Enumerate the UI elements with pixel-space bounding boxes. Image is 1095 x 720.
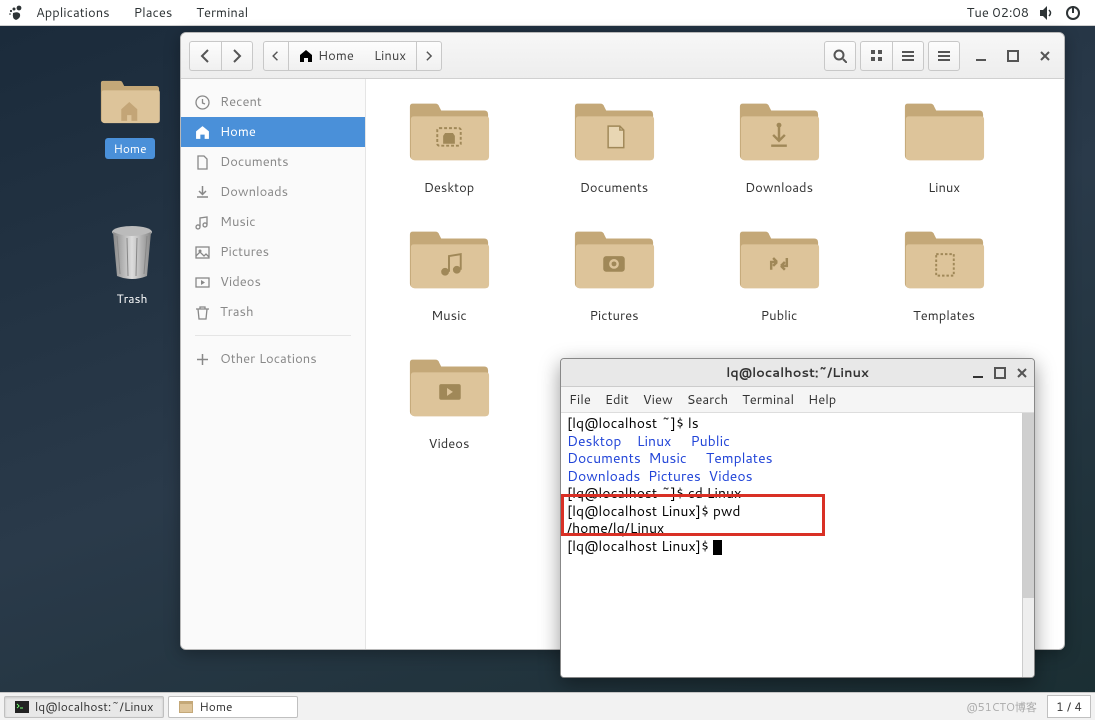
path-chevron-left[interactable] bbox=[263, 41, 289, 71]
search-button[interactable] bbox=[824, 41, 856, 71]
taskbar-files[interactable]: Home bbox=[168, 696, 298, 718]
terminal-icon bbox=[15, 701, 29, 713]
power-icon[interactable] bbox=[1065, 5, 1081, 21]
term-minimize-button[interactable] bbox=[972, 367, 984, 379]
terminal-window: lq@localhost:~/Linux File Edit View Sear… bbox=[560, 358, 1035, 678]
fm-toolbar: Home Linux bbox=[181, 33, 1064, 79]
terminal-output[interactable]: [lq@localhost ~]$ ls Desktop Linux Publi… bbox=[561, 413, 1034, 677]
sidebar-item-other-locations[interactable]: Other Locations bbox=[181, 344, 365, 374]
sidebar-item-trash[interactable]: Trash bbox=[181, 297, 365, 327]
folder-linux[interactable]: Linux bbox=[889, 99, 999, 197]
term-menu-file[interactable]: File bbox=[569, 391, 591, 409]
desktop-home-folder[interactable]: Home bbox=[90, 78, 170, 159]
path-bar: Home Linux bbox=[263, 41, 442, 71]
taskbar-terminal[interactable]: lq@localhost:~/Linux bbox=[4, 696, 164, 718]
term-menu-search[interactable]: Search bbox=[687, 391, 728, 409]
bottom-taskbar: lq@localhost:~/Linux Home @51CTO博客 1 / 4 bbox=[0, 692, 1095, 720]
clock[interactable]: Tue 02:08 bbox=[967, 4, 1029, 22]
term-menu-terminal[interactable]: Terminal bbox=[742, 391, 794, 409]
forward-button[interactable] bbox=[221, 41, 253, 71]
fm-maximize-button[interactable] bbox=[1002, 45, 1024, 67]
files-icon bbox=[179, 701, 193, 713]
folder-pictures[interactable]: Pictures bbox=[559, 227, 669, 325]
term-close-button[interactable] bbox=[1016, 367, 1028, 379]
sidebar-item-pictures[interactable]: Pictures bbox=[181, 237, 365, 267]
term-menu-edit[interactable]: Edit bbox=[605, 391, 629, 409]
sidebar-item-music[interactable]: Music bbox=[181, 207, 365, 237]
terminal-title: lq@localhost:~/Linux bbox=[726, 364, 869, 382]
icon-view-button[interactable] bbox=[860, 41, 892, 71]
folder-desktop[interactable]: Desktop bbox=[394, 99, 504, 197]
desktop-trash[interactable]: Trash bbox=[92, 224, 172, 307]
sidebar-item-documents[interactable]: Documents bbox=[181, 147, 365, 177]
path-linux[interactable]: Linux bbox=[364, 41, 416, 71]
fm-sidebar: Recent Home Documents Downloads Music Pi… bbox=[181, 79, 366, 649]
desktop-home-label: Home bbox=[105, 138, 154, 159]
terminal-menu[interactable]: Terminal bbox=[184, 4, 260, 22]
desktop-trash-label: Trash bbox=[92, 290, 172, 307]
places-menu[interactable]: Places bbox=[122, 4, 185, 22]
back-button[interactable] bbox=[189, 41, 221, 71]
fm-close-button[interactable] bbox=[1034, 45, 1056, 67]
terminal-scrollbar[interactable] bbox=[1022, 413, 1034, 677]
sidebar-item-downloads[interactable]: Downloads bbox=[181, 177, 365, 207]
folder-videos[interactable]: Videos bbox=[394, 355, 504, 453]
fm-minimize-button[interactable] bbox=[970, 45, 992, 67]
folder-templates[interactable]: Templates bbox=[889, 227, 999, 325]
watermark: @51CTO博客 bbox=[966, 699, 1047, 715]
terminal-titlebar[interactable]: lq@localhost:~/Linux bbox=[561, 359, 1034, 387]
folder-downloads[interactable]: Downloads bbox=[724, 99, 834, 197]
list-view-button[interactable] bbox=[892, 41, 924, 71]
gnome-logo-icon bbox=[8, 5, 24, 21]
hamburger-menu-button[interactable] bbox=[928, 41, 960, 71]
path-chevron-right[interactable] bbox=[416, 41, 442, 71]
terminal-menubar: File Edit View Search Terminal Help bbox=[561, 387, 1034, 413]
sidebar-item-home[interactable]: Home bbox=[181, 117, 365, 147]
folder-documents[interactable]: Documents bbox=[559, 99, 669, 197]
cursor-icon bbox=[713, 540, 722, 555]
sidebar-item-videos[interactable]: Videos bbox=[181, 267, 365, 297]
folder-public[interactable]: Public bbox=[724, 227, 834, 325]
workspace-pager[interactable]: 1 / 4 bbox=[1047, 695, 1091, 718]
sidebar-item-recent[interactable]: Recent bbox=[181, 87, 365, 117]
term-menu-view[interactable]: View bbox=[643, 391, 673, 409]
gnome-topbar: Applications Places Terminal Tue 02:08 bbox=[0, 0, 1095, 26]
volume-icon[interactable] bbox=[1039, 5, 1055, 21]
applications-menu[interactable]: Applications bbox=[24, 4, 122, 22]
term-menu-help[interactable]: Help bbox=[808, 391, 836, 409]
term-maximize-button[interactable] bbox=[994, 367, 1006, 379]
folder-music[interactable]: Music bbox=[394, 227, 504, 325]
path-home[interactable]: Home bbox=[289, 41, 364, 71]
